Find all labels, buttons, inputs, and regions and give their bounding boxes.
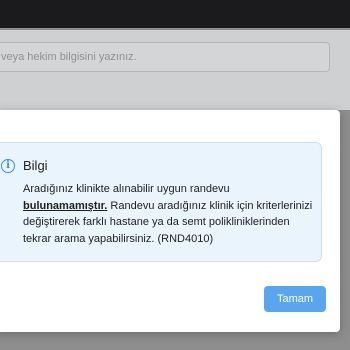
ok-button[interactable]: Tamam: [264, 286, 326, 312]
dialog-title: Bilgi: [23, 158, 48, 173]
search-input[interactable]: veya hekim bilgisini yazınız.: [0, 42, 330, 72]
top-bar: [0, 0, 350, 28]
info-alert: i Bilgi Aradığınız klinikte alınabilir u…: [0, 142, 322, 262]
info-icon: i: [1, 159, 15, 173]
message-emphasis: bulunamamıştır.: [23, 199, 108, 212]
dialog-message: Aradığınız klinikte alınabilir uygun ran…: [23, 181, 313, 247]
message-text-start: Aradığınız klinikte alınabilir uygun ran…: [23, 183, 230, 195]
info-dialog: i Bilgi Aradığınız klinikte alınabilir u…: [0, 110, 340, 332]
